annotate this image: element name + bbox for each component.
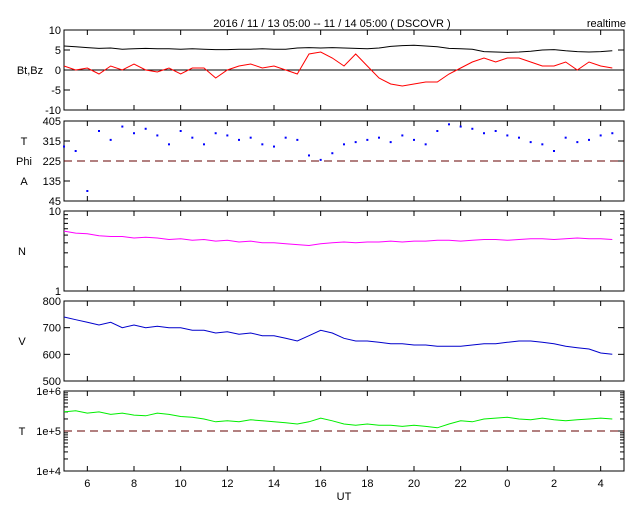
panel-bt: 1050-5-10Bt,Bz	[17, 25, 625, 117]
y-axis-label: V	[18, 336, 26, 348]
data-point-phi	[168, 143, 170, 146]
data-point-phi	[459, 125, 462, 128]
data-point-phi	[366, 138, 369, 141]
data-point-phi	[448, 123, 450, 126]
y-axis-label: T	[19, 426, 26, 438]
x-tick-label: 4	[598, 478, 604, 490]
data-point-phi	[86, 190, 89, 192]
data-point-phi	[308, 154, 310, 157]
data-point-phi	[599, 134, 602, 137]
series-line-v	[63, 316, 613, 355]
series-line-n	[63, 230, 613, 247]
y-axis-label: T	[21, 136, 28, 148]
x-tick-label: 10	[175, 478, 187, 490]
y-tick-label: 135	[43, 176, 61, 188]
data-point-phi	[191, 136, 194, 139]
y-tick-label: 1e+4	[36, 466, 61, 478]
x-tick-label: 8	[131, 478, 137, 490]
x-tick-label: 0	[504, 478, 510, 490]
y-tick-label: 315	[43, 136, 61, 148]
data-point-phi	[214, 132, 217, 135]
y-axis-label: A	[20, 176, 28, 188]
panel-frame	[63, 300, 625, 382]
series-line-t	[63, 410, 613, 429]
data-point-phi	[203, 143, 205, 146]
chart-title: 2016 / 11 / 13 05:00 -- 11 / 14 05:00 ( …	[213, 18, 450, 30]
data-point-phi	[483, 132, 485, 135]
panel-frame	[63, 210, 625, 292]
data-point-phi	[506, 134, 509, 137]
data-point-phi	[284, 136, 287, 139]
data-point-phi	[576, 141, 579, 144]
data-point-phi	[238, 138, 240, 141]
data-point-phi	[343, 143, 345, 146]
y-tick-label: 10	[49, 25, 61, 37]
data-point-phi	[424, 143, 427, 146]
data-point-phi	[273, 145, 275, 148]
data-point-phi	[389, 141, 392, 144]
data-point-phi	[133, 132, 135, 135]
x-tick-label: 20	[408, 478, 420, 490]
data-point-phi	[494, 130, 497, 132]
data-point-phi	[518, 136, 520, 139]
y-axis-label: N	[18, 246, 26, 258]
y-tick-label: 405	[43, 116, 61, 128]
y-tick-label: 700	[43, 323, 61, 335]
x-tick-label: 16	[315, 478, 327, 490]
data-point-phi	[529, 141, 532, 144]
data-point-phi	[249, 136, 252, 139]
y-axis-label: Phi	[16, 156, 32, 168]
data-point-phi	[296, 138, 299, 141]
panel-n: 101N	[18, 206, 625, 298]
data-point-phi	[261, 143, 264, 146]
y-tick-label: 1e+6	[36, 386, 61, 398]
solar-wind-plot: 2016 / 11 / 13 05:00 -- 11 / 14 05:00 ( …	[16, 18, 626, 503]
data-point-phi	[564, 136, 567, 139]
x-axis-label: UT	[337, 491, 352, 503]
data-point-phi	[354, 141, 357, 144]
panel-v: 800700600500V	[18, 296, 625, 388]
data-point-phi	[413, 138, 415, 141]
series-line-bz	[63, 51, 613, 87]
x-tick-label: 12	[221, 478, 233, 490]
data-point-phi	[588, 138, 590, 141]
y-tick-label: 225	[43, 156, 61, 168]
y-tick-label: 5	[55, 45, 61, 57]
x-tick-label: 14	[268, 478, 280, 490]
data-point-phi	[63, 145, 65, 148]
y-tick-label: 600	[43, 349, 61, 361]
data-point-phi	[109, 138, 112, 141]
data-point-phi	[331, 152, 334, 155]
x-tick-label: 2	[551, 478, 557, 490]
panel-phi: 40531522513545TPhiA	[16, 116, 625, 208]
data-point-phi	[144, 127, 147, 130]
data-point-phi	[179, 130, 182, 132]
y-tick-label: -5	[51, 85, 61, 97]
realtime-badge: realtime	[587, 18, 626, 30]
data-point-phi	[471, 127, 474, 130]
y-axis-label: Bt,Bz	[17, 65, 43, 77]
y-tick-label: 0	[55, 65, 61, 77]
x-tick-label: 18	[361, 478, 373, 490]
y-tick-label: 800	[43, 296, 61, 308]
data-point-phi	[74, 150, 77, 152]
data-point-phi	[611, 132, 614, 135]
y-tick-label: 1e+5	[36, 426, 61, 438]
data-point-phi	[436, 130, 439, 132]
x-tick-label: 22	[455, 478, 467, 490]
series-line-bt	[63, 44, 613, 53]
panel-t: 6 8 10 12 14 16 18 20 22 0 2 4 1e+6 1e+5 1e+4 T	[19, 386, 625, 490]
data-point-phi	[226, 134, 229, 137]
x-tick-label: 6	[84, 478, 90, 490]
data-point-phi	[541, 143, 544, 146]
data-point-phi	[378, 136, 380, 139]
data-point-phi	[156, 134, 159, 137]
data-point-phi	[553, 150, 555, 152]
y-tick-label: 10	[49, 206, 61, 218]
data-point-phi	[121, 125, 124, 128]
data-point-phi	[98, 130, 100, 132]
data-point-phi	[319, 158, 322, 161]
data-point-phi	[401, 134, 404, 137]
